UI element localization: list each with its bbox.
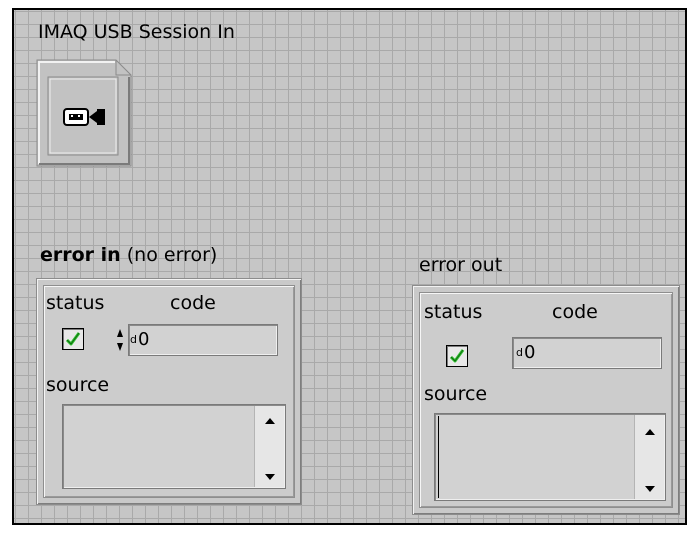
error-out-code-radix: d — [516, 346, 523, 359]
error-in-cluster[interactable]: status code d 0 source — [36, 278, 302, 505]
error-in-status-checkbox[interactable] — [62, 328, 84, 350]
error-out-cluster[interactable]: status code d 0 source — [412, 285, 680, 515]
error-in-source-field[interactable] — [62, 404, 286, 489]
error-in-source-label: source — [46, 374, 110, 396]
error-out-source-label: source — [424, 383, 488, 405]
text-cursor — [438, 416, 439, 498]
error-out-code-label: code — [552, 301, 598, 323]
error-in-label-suffix: (no error) — [120, 244, 218, 266]
error-out-cluster-inner: status code d 0 source — [419, 292, 673, 508]
error-in-code-label: code — [170, 292, 216, 314]
error-in-label-bold: error in — [40, 244, 121, 266]
error-out-code-field: d 0 — [512, 337, 662, 369]
checkmark-icon — [65, 332, 81, 346]
error-out-source-field[interactable] — [434, 413, 666, 501]
error-in-cluster-inner: status code d 0 source — [43, 285, 295, 498]
error-in-code-field[interactable]: d 0 — [128, 324, 278, 356]
error-in-source-scrollbar[interactable] — [254, 406, 284, 487]
decrement-arrow-icon[interactable] — [116, 342, 124, 352]
error-in-code-spinner[interactable] — [116, 328, 124, 352]
error-out-source-scrollbar[interactable] — [634, 415, 664, 499]
scroll-up-icon[interactable] — [255, 412, 284, 430]
error-in-label: error in (no error) — [40, 244, 217, 266]
error-in-status-label: status — [46, 292, 105, 314]
scroll-down-icon[interactable] — [635, 479, 664, 497]
error-in-code-value: 0 — [138, 329, 150, 350]
checkmark-icon — [449, 349, 465, 363]
error-out-label: error out — [419, 254, 503, 276]
error-in-code-radix: d — [130, 333, 137, 346]
front-panel: IMAQ USB Session In error in (no error) — [12, 8, 687, 525]
scroll-down-icon[interactable] — [255, 467, 284, 485]
scroll-up-icon[interactable] — [635, 423, 664, 441]
increment-arrow-icon[interactable] — [116, 328, 124, 338]
error-out-code-value: 0 — [524, 342, 536, 363]
error-out-status-indicator — [446, 345, 468, 367]
session-in-label: IMAQ USB Session In — [38, 21, 235, 43]
session-in-control[interactable] — [36, 59, 132, 167]
usb-camera-icon — [63, 106, 107, 132]
error-out-status-label: status — [424, 301, 483, 323]
